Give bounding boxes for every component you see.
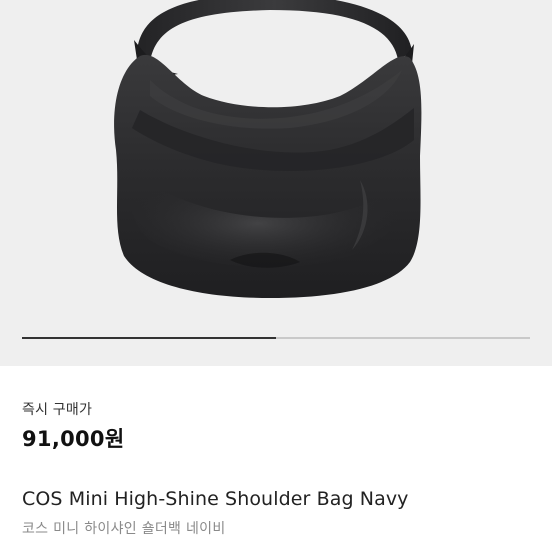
- carousel-progress-fill: [22, 337, 276, 339]
- price-value: 91,000원: [22, 427, 125, 451]
- product-screen: 즉시 구매가 91,000원 COS Mini High-Shine Shoul…: [0, 0, 552, 552]
- product-title: COS Mini High-Shine Shoulder Bag Navy: [22, 488, 409, 510]
- product-image-area[interactable]: [0, 0, 552, 366]
- instant-buy-price-label: 즉시 구매가: [22, 402, 93, 418]
- product-image-bag[interactable]: [0, 0, 552, 366]
- carousel-progress-track[interactable]: [22, 337, 530, 339]
- product-subtitle: 코스 미니 하이샤인 숄더백 네이비: [22, 521, 226, 537]
